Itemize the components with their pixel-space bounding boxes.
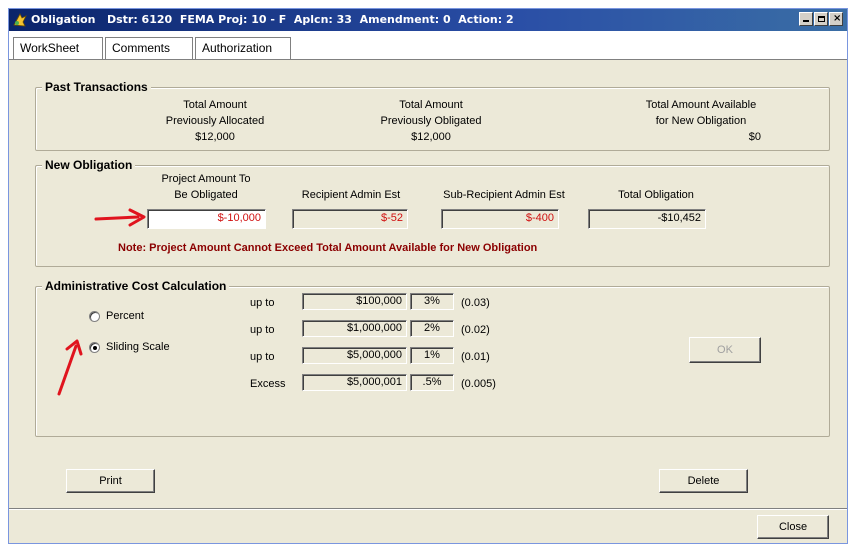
scale-row-amount: $5,000,001 bbox=[302, 374, 407, 391]
available-label-2: for New Obligation bbox=[655, 115, 747, 127]
recipient-admin-label: Recipient Admin Est bbox=[301, 189, 401, 201]
obligated-label-2: Previously Obligated bbox=[380, 115, 482, 127]
scale-row-prefix: Excess bbox=[250, 378, 286, 390]
scale-row-decimal: (0.02) bbox=[461, 324, 490, 336]
past-transactions-legend: Past Transactions bbox=[42, 80, 151, 94]
total-obligation-label: Total Obligation bbox=[618, 189, 694, 201]
scale-row-decimal: (0.03) bbox=[461, 297, 490, 309]
allocated-label-2: Previously Allocated bbox=[165, 115, 265, 127]
scale-row-decimal: (0.01) bbox=[461, 351, 490, 363]
sliding-scale-radio[interactable]: Sliding Scale bbox=[89, 341, 170, 353]
separator bbox=[9, 508, 847, 509]
sub-recipient-admin-field: $-400 bbox=[441, 209, 559, 229]
title-bar[interactable]: Obligation Dstr: 6120 FEMA Proj: 10 - F … bbox=[9, 9, 847, 31]
obligated-value: $12,000 bbox=[411, 131, 451, 143]
percent-radio[interactable]: Percent bbox=[89, 310, 144, 322]
tab-authorization[interactable]: Authorization bbox=[195, 37, 291, 59]
close-window-button[interactable]: × bbox=[829, 12, 843, 26]
sliding-scale-radio-circle[interactable] bbox=[89, 341, 100, 353]
scale-row-percent: 1% bbox=[410, 347, 454, 364]
percent-radio-label: Percent bbox=[106, 310, 144, 322]
tab-strip: WorkSheet Comments Authorization bbox=[9, 31, 847, 59]
close-icon: × bbox=[833, 13, 842, 24]
scale-row-amount: $5,000,000 bbox=[302, 347, 407, 364]
obligation-window: Obligation Dstr: 6120 FEMA Proj: 10 - F … bbox=[8, 8, 848, 544]
project-amount-label-1: Project Amount To bbox=[161, 173, 251, 185]
admin-cost-group: Administrative Cost Calculation Percent … bbox=[35, 279, 830, 437]
scale-row-percent: 2% bbox=[410, 320, 454, 337]
project-amount-input[interactable]: $-10,000 bbox=[147, 209, 266, 229]
scale-row-decimal: (0.005) bbox=[461, 378, 496, 390]
minimize-button[interactable] bbox=[799, 12, 813, 26]
scale-row-prefix: up to bbox=[250, 297, 275, 309]
available-label-1: Total Amount Available bbox=[645, 99, 757, 111]
percent-radio-circle[interactable] bbox=[89, 310, 100, 322]
scale-row-prefix: up to bbox=[250, 351, 275, 363]
obligation-note: Note: Project Amount Cannot Exceed Total… bbox=[118, 242, 538, 254]
app-icon bbox=[13, 13, 27, 27]
past-transactions-group: Past Transactions Total Amount Previousl… bbox=[35, 80, 830, 151]
allocated-value: $12,000 bbox=[195, 131, 235, 143]
tab-comments[interactable]: Comments bbox=[105, 37, 193, 59]
scale-row-prefix: up to bbox=[250, 324, 275, 336]
selected-dot-icon bbox=[93, 345, 97, 350]
available-value: $0 bbox=[748, 131, 761, 143]
recipient-admin-field: $-52 bbox=[292, 209, 408, 229]
minimize-icon bbox=[803, 20, 809, 22]
scale-row-amount: $100,000 bbox=[302, 293, 407, 310]
scale-row-amount: $1,000,000 bbox=[302, 320, 407, 337]
sub-recipient-admin-label: Sub-Recipient Admin Est bbox=[443, 189, 565, 201]
scale-row-percent: 3% bbox=[410, 293, 454, 310]
scale-row-percent: .5% bbox=[410, 374, 454, 391]
project-amount-label-2: Be Obligated bbox=[174, 189, 238, 201]
window-controls: × bbox=[799, 12, 843, 26]
worksheet-panel: Past Transactions Total Amount Previousl… bbox=[9, 59, 847, 543]
print-button[interactable]: Print bbox=[66, 469, 155, 493]
new-obligation-group: New Obligation Project Amount To Be Obli… bbox=[35, 158, 830, 267]
obligated-label-1: Total Amount bbox=[399, 99, 463, 111]
annotation-arrow-up-icon bbox=[57, 339, 83, 396]
ok-button[interactable]: OK bbox=[689, 337, 761, 363]
annotation-arrow-right-icon bbox=[94, 208, 146, 227]
tab-worksheet[interactable]: WorkSheet bbox=[13, 37, 103, 59]
allocated-label-1: Total Amount bbox=[183, 99, 247, 111]
total-obligation-field: -$10,452 bbox=[588, 209, 706, 229]
window-title: Obligation Dstr: 6120 FEMA Proj: 10 - F … bbox=[31, 13, 514, 26]
maximize-button[interactable] bbox=[814, 12, 828, 26]
admin-cost-legend: Administrative Cost Calculation bbox=[42, 279, 230, 293]
sliding-scale-radio-label: Sliding Scale bbox=[106, 341, 170, 353]
delete-button[interactable]: Delete bbox=[659, 469, 748, 493]
maximize-icon bbox=[818, 16, 825, 22]
close-button[interactable]: Close bbox=[757, 515, 829, 539]
new-obligation-legend: New Obligation bbox=[42, 158, 136, 172]
